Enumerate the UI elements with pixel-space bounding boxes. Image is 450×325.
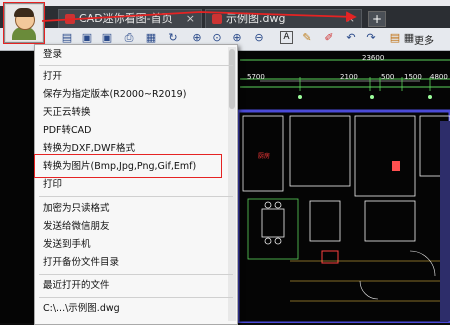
- annotation-arrows: [41, 11, 357, 23]
